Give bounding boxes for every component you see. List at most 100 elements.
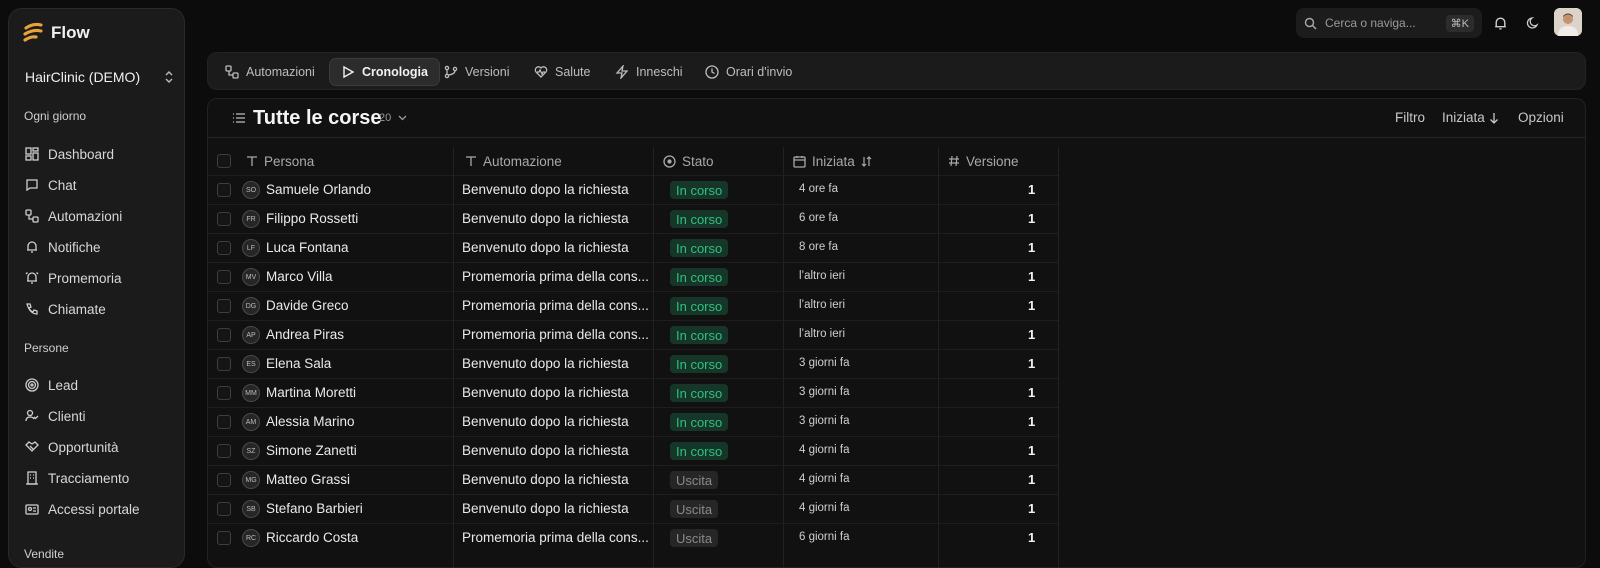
sidebar-item-dashboard[interactable]: Dashboard — [17, 140, 177, 168]
tab-label: Salute — [555, 65, 591, 79]
select-all-checkbox[interactable] — [217, 154, 231, 168]
automazione-cell[interactable]: Benvenuto dopo la richiesta — [462, 501, 629, 516]
automazione-cell[interactable]: Promemoria prima della cons... — [462, 269, 649, 284]
persona-cell[interactable]: Filippo Rossetti — [266, 211, 358, 226]
automazione-cell[interactable]: Benvenuto dopo la richiesta — [462, 443, 629, 458]
sidebar-item-tracciamento[interactable]: Tracciamento — [17, 464, 177, 492]
persona-cell[interactable]: Martina Moretti — [266, 385, 356, 400]
sidebar-item-clienti[interactable]: Clienti — [17, 402, 177, 430]
runs-count[interactable]: 20 — [379, 112, 407, 124]
table-row[interactable]: LF Luca Fontana Benvenuto dopo la richiest… — [208, 233, 1058, 262]
sidebar-item-accessi-portale[interactable]: Accessi portale — [17, 495, 177, 523]
column-header-persona[interactable]: Persona — [246, 147, 314, 175]
persona-cell[interactable]: Simone Zanetti — [266, 443, 357, 458]
workspace-switcher[interactable]: HairClinic (DEMO) — [25, 63, 175, 91]
tab-orari-invio[interactable]: Orari d'invio — [694, 58, 803, 86]
section-title-people: Persone — [24, 341, 69, 355]
status-badge: In corso — [670, 326, 729, 344]
automazione-cell[interactable]: Benvenuto dopo la richiesta — [462, 472, 629, 487]
tab-cronologia[interactable]: Cronologia — [329, 58, 440, 86]
persona-cell[interactable]: Elena Sala — [266, 356, 331, 371]
workspace-name: HairClinic (DEMO) — [25, 69, 141, 85]
row-checkbox[interactable] — [217, 299, 231, 313]
automazione-cell[interactable]: Promemoria prima della cons... — [462, 530, 649, 545]
automazione-cell[interactable]: Benvenuto dopo la richiesta — [462, 414, 629, 429]
persona-cell[interactable]: Alessia Marino — [266, 414, 355, 429]
table-row[interactable]: AM Alessia Marino Benvenuto dopo la richie… — [208, 407, 1058, 436]
automazione-cell[interactable]: Benvenuto dopo la richiesta — [462, 182, 629, 197]
tab-salute[interactable]: Salute — [523, 58, 601, 86]
column-header-automazione[interactable]: Automazione — [465, 147, 562, 175]
persona-cell[interactable]: Samuele Orlando — [266, 182, 371, 197]
avatar: MV — [242, 268, 260, 286]
persona-cell[interactable]: Luca Fontana — [266, 240, 349, 255]
version-cell: 1 — [1028, 269, 1036, 284]
row-checkbox[interactable] — [217, 328, 231, 342]
tab-automazioni[interactable]: Automazioni — [214, 58, 326, 86]
sidebar-item-opportunita[interactable]: Opportunità — [17, 433, 177, 461]
table-row[interactable]: RC Riccardo Costa Promemoria prima della c… — [208, 523, 1058, 552]
table-row[interactable]: AP Andrea Piras Promemoria prima della con… — [208, 320, 1058, 349]
table-row[interactable]: FR Filippo Rossetti Benvenuto dopo la rich… — [208, 204, 1058, 233]
table-row[interactable]: MG Matteo Grassi Benvenuto dopo la richies… — [208, 465, 1058, 494]
table-row[interactable]: DG Davide Greco Promemoria prima della con… — [208, 291, 1058, 320]
sidebar-item-automazioni[interactable]: Automazioni — [17, 202, 177, 230]
tab-versioni[interactable]: Versioni — [433, 58, 520, 86]
persona-cell[interactable]: Marco Villa — [266, 269, 333, 284]
persona-cell[interactable]: Andrea Piras — [266, 327, 344, 342]
column-header-stato[interactable]: Stato — [663, 147, 714, 175]
table-row[interactable]: SZ Simone Zanetti Benvenuto dopo la richie… — [208, 436, 1058, 465]
notifications-bell-icon[interactable] — [1489, 12, 1511, 34]
automazione-cell[interactable]: Benvenuto dopo la richiesta — [462, 211, 629, 226]
automazione-cell[interactable]: Promemoria prima della cons... — [462, 327, 649, 342]
row-checkbox[interactable] — [217, 444, 231, 458]
app-name: Flow — [51, 23, 90, 42]
row-checkbox[interactable] — [217, 183, 231, 197]
tab-inneschi[interactable]: Inneschi — [604, 58, 694, 86]
persona-cell[interactable]: Davide Greco — [266, 298, 349, 313]
user-avatar[interactable] — [1554, 8, 1582, 36]
automazione-cell[interactable]: Benvenuto dopo la richiesta — [462, 240, 629, 255]
version-cell: 1 — [1028, 501, 1036, 516]
row-checkbox[interactable] — [217, 415, 231, 429]
table-row[interactable]: MM Martina Moretti Benvenuto dopo la richi… — [208, 378, 1058, 407]
table-row[interactable]: SB Stefano Barbieri Benvenuto dopo la rich… — [208, 494, 1058, 523]
avatar: FR — [242, 210, 260, 228]
options-button[interactable]: Opzioni — [1518, 110, 1564, 125]
sort-button[interactable]: Iniziata — [1442, 110, 1499, 125]
filter-button[interactable]: Filtro — [1395, 110, 1425, 125]
column-header-iniziata[interactable]: Iniziata — [793, 147, 872, 175]
row-checkbox[interactable] — [217, 502, 231, 516]
row-checkbox[interactable] — [217, 270, 231, 284]
sidebar-item-chiamate[interactable]: Chiamate — [17, 295, 177, 323]
persona-cell[interactable]: Riccardo Costa — [266, 530, 358, 545]
moon-icon[interactable] — [1522, 12, 1544, 34]
started-cell: 3 giorni fa — [799, 415, 850, 427]
sidebar-item-notifiche[interactable]: Notifiche — [17, 233, 177, 261]
app-logo[interactable]: Flow — [23, 22, 90, 44]
workflow-icon — [225, 65, 239, 79]
heart-pulse-icon — [534, 65, 548, 79]
row-checkbox[interactable] — [217, 386, 231, 400]
automazione-cell[interactable]: Benvenuto dopo la richiesta — [462, 385, 629, 400]
table-row[interactable]: SO Samuele Orlando Benvenuto dopo la richi… — [208, 175, 1058, 204]
started-cell: 6 giorni fa — [799, 531, 850, 543]
row-checkbox[interactable] — [217, 473, 231, 487]
row-checkbox[interactable] — [217, 531, 231, 545]
automazione-cell[interactable]: Benvenuto dopo la richiesta — [462, 356, 629, 371]
sidebar-item-chat[interactable]: Chat — [17, 171, 177, 199]
search-input[interactable]: Cerca o naviga... ⌘K — [1296, 8, 1482, 38]
table-row[interactable]: ES Elena Sala Benvenuto dopo la richiesta I… — [208, 349, 1058, 378]
sidebar-item-lead[interactable]: Lead — [17, 371, 177, 399]
row-checkbox[interactable] — [217, 357, 231, 371]
table-row[interactable]: MV Marco Villa Promemoria prima della cons… — [208, 262, 1058, 291]
row-checkbox[interactable] — [217, 212, 231, 226]
started-cell: 4 giorni fa — [799, 502, 850, 514]
sidebar-item-promemoria[interactable]: Promemoria — [17, 264, 177, 292]
persona-cell[interactable]: Stefano Barbieri — [266, 501, 363, 516]
column-header-versione[interactable]: Versione — [948, 147, 1019, 175]
row-checkbox[interactable] — [217, 241, 231, 255]
persona-cell[interactable]: Matteo Grassi — [266, 472, 350, 487]
avatar: MG — [242, 471, 260, 489]
automazione-cell[interactable]: Promemoria prima della cons... — [462, 298, 649, 313]
